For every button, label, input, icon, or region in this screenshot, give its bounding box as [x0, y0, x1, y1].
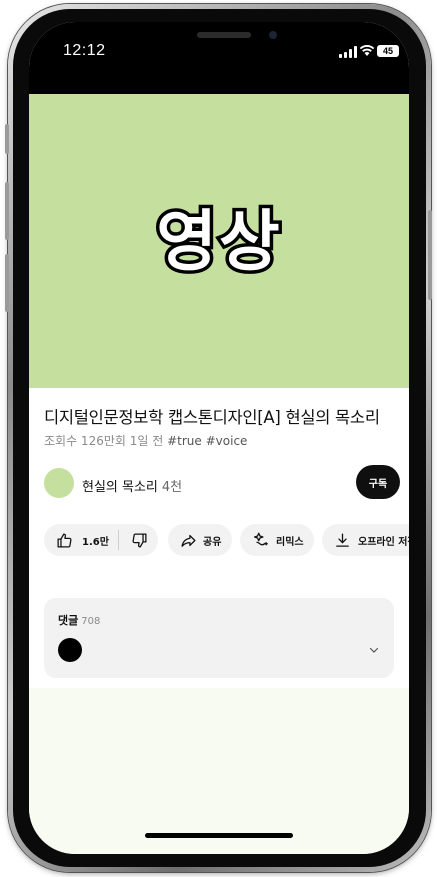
channel-row[interactable]: 현실의 목소리 4천 구독	[44, 465, 400, 502]
commenter-avatar	[58, 638, 82, 662]
remix-icon	[253, 532, 268, 546]
channel-info[interactable]: 현실의 목소리 4천	[82, 476, 182, 495]
share-button[interactable]: 공유	[168, 524, 232, 556]
remix-button[interactable]: 리믹스	[240, 524, 314, 556]
status-time: 12:12	[63, 42, 106, 59]
download-icon	[336, 532, 349, 547]
comments-count: 708	[81, 616, 101, 627]
power-button	[428, 210, 432, 300]
volume-up-button	[5, 182, 9, 240]
like-button[interactable]: 1.6만	[44, 524, 118, 556]
like-dislike-chip: 1.6만	[44, 524, 158, 556]
empty-feed-area	[29, 688, 409, 854]
screen: 12:12 45 영상 디지털인문정보학 캡스톤디자인[A] 현실의 목소리 조…	[29, 22, 409, 854]
video-title[interactable]: 디지털인문정보학 캡스톤디자인[A] 현실의 목소리	[44, 404, 380, 428]
remix-label: 리믹스	[276, 536, 304, 548]
video-placeholder-text: 영상	[153, 200, 283, 284]
battery-icon: 45	[377, 45, 399, 57]
earpiece-speaker	[197, 32, 251, 38]
view-count: 조회수 126만회	[44, 434, 126, 448]
status-bar: 12:12 45	[29, 22, 409, 94]
volume-down-button	[5, 254, 9, 312]
share-icon	[181, 534, 196, 547]
like-count: 1.6만	[82, 536, 109, 548]
download-label: 오프라인 저장	[358, 536, 409, 548]
channel-avatar[interactable]	[44, 468, 74, 498]
comments-panel[interactable]: 댓글 708	[44, 598, 394, 678]
thumbs-down-icon	[132, 532, 147, 548]
video-meta[interactable]: 조회수 126만회 1일 전 #true #voice	[44, 432, 247, 449]
share-label: 공유	[203, 536, 222, 548]
silent-switch	[5, 124, 9, 154]
home-indicator[interactable]	[145, 833, 293, 838]
comments-title: 댓글	[58, 614, 79, 627]
upload-age: 1일 전	[129, 434, 164, 448]
dislike-button[interactable]	[119, 524, 148, 556]
front-camera	[269, 31, 277, 39]
action-bar: 1.6만 공유 리믹스 오프라인 저	[44, 524, 409, 558]
wifi-icon	[359, 45, 375, 56]
download-button[interactable]: 오프라인 저장	[322, 524, 409, 556]
subscribe-button[interactable]: 구독	[356, 465, 400, 499]
signal-icon	[339, 46, 357, 58]
chevron-down-icon[interactable]	[368, 644, 380, 656]
comments-header: 댓글 708	[58, 612, 100, 628]
video-tags[interactable]: #true #voice	[167, 434, 247, 448]
thumbs-up-icon	[57, 532, 72, 548]
video-player[interactable]: 영상	[29, 94, 409, 388]
channel-name: 현실의 목소리	[82, 480, 158, 495]
video-details: 디지털인문정보학 캡스톤디자인[A] 현실의 목소리 조회수 126만회 1일 …	[29, 388, 409, 688]
subscriber-count: 4천	[161, 480, 183, 495]
